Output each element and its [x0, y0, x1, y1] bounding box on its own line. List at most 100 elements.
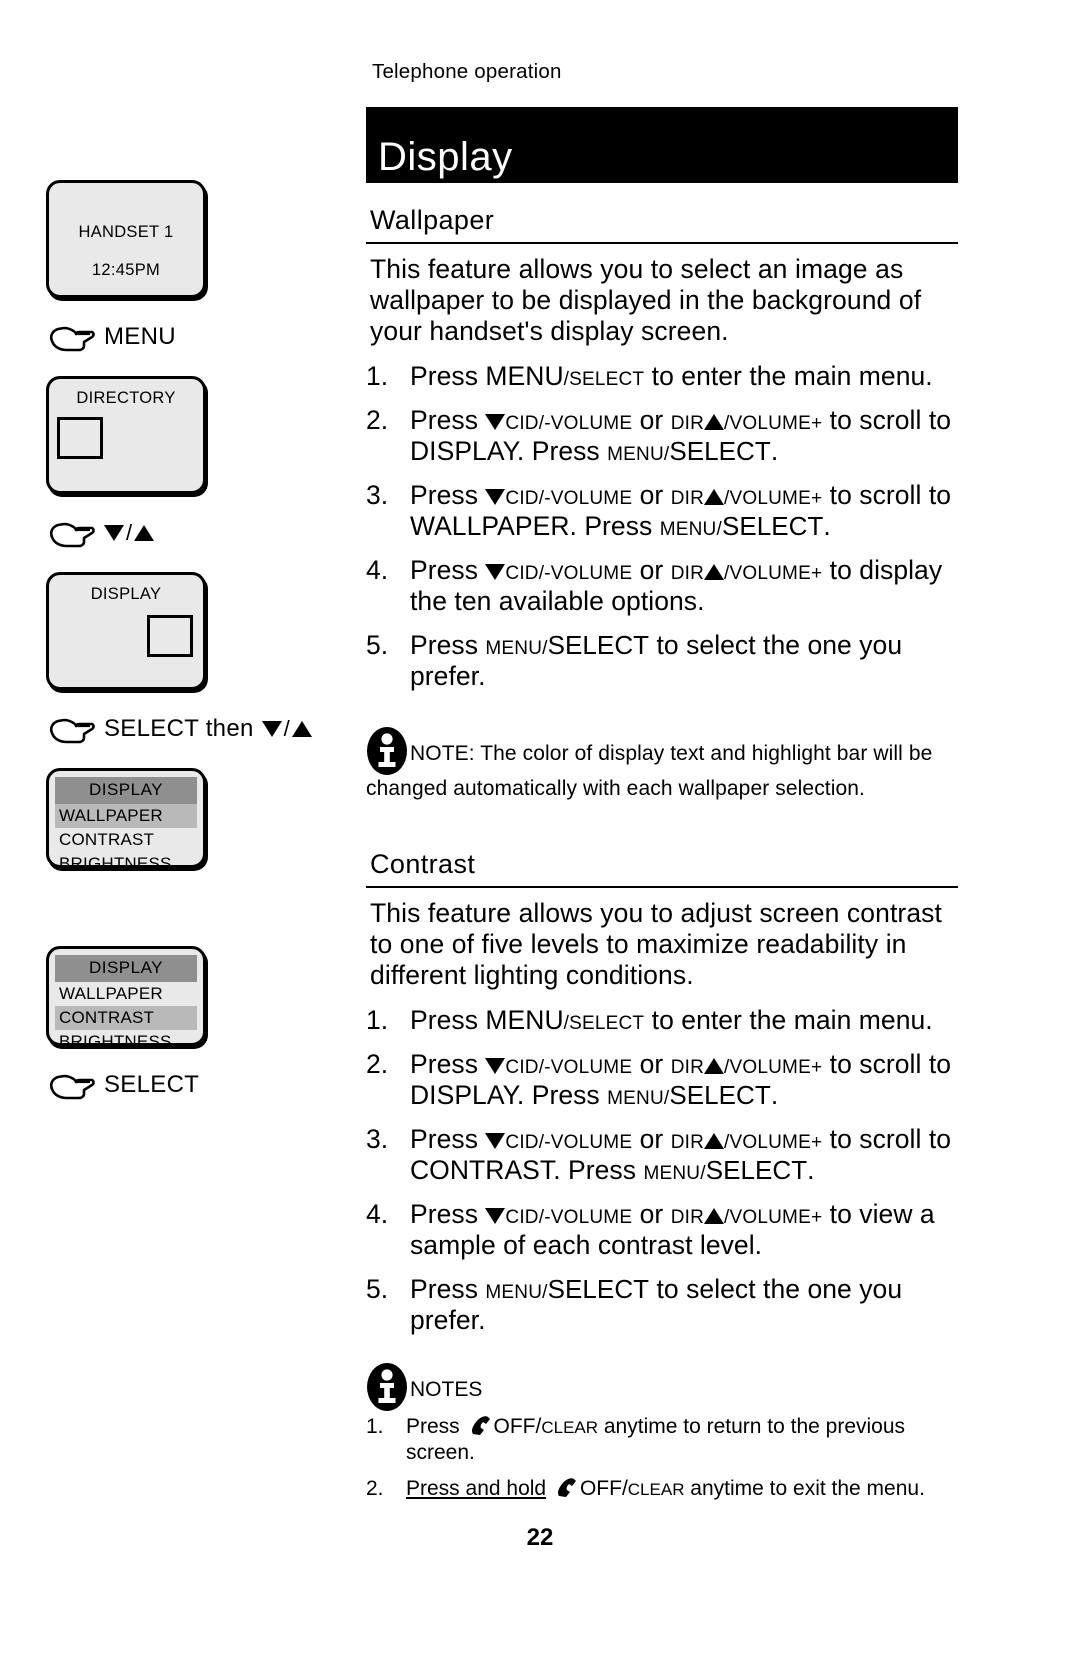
note-item: 2. Press and hold OFF/CLEAR anytime to e… [366, 1476, 958, 1502]
note-text-emphasis: Press and hold [406, 1476, 547, 1500]
section-divider [366, 241, 958, 244]
step-number: 4. [366, 1199, 389, 1230]
contrast-notes-list: 1. Press OFF/CLEAR anytime to return to … [366, 1414, 958, 1502]
wallpaper-steps: 1. Press MENU/SELECT to enter the main m… [366, 361, 958, 692]
step-text-pre: Press [410, 1274, 486, 1305]
step-item: 4. Press CID/-VOLUME or DIR/VOLUME+ to d… [366, 555, 958, 617]
pointing-hand-icon [48, 516, 96, 550]
key-cid: CID/ [505, 487, 545, 509]
up-arrow-icon [292, 721, 313, 737]
slash-separator: / [126, 520, 133, 545]
info-icon [366, 1362, 408, 1412]
step-item: 1. Press MENU/SELECT to enter the main m… [366, 1005, 958, 1036]
step-text-post: . [770, 435, 779, 466]
scroll-arrows: / [261, 716, 313, 742]
menu-item-contrast[interactable]: CONTRAST [55, 828, 197, 852]
step-number: 1. [366, 1005, 389, 1036]
key-volume-down: -VOLUME [544, 1057, 633, 1079]
down-arrow-icon [485, 1133, 506, 1150]
key-clear: CLEAR [541, 1418, 599, 1438]
step-number: 2. [366, 1049, 389, 1080]
key-volume-up: VOLUME+ [729, 487, 823, 509]
key-menu: MENU [643, 1163, 701, 1185]
note-number: 1. [366, 1415, 384, 1439]
section-heading-wallpaper: Wallpaper [370, 204, 495, 235]
slash-separator: / [283, 716, 291, 741]
directory-screen-title: DIRECTORY [76, 389, 176, 407]
menu-item-wallpaper[interactable]: WALLPAPER [55, 982, 197, 1006]
down-arrow-icon [104, 525, 124, 541]
key-select: SELECT [669, 435, 771, 466]
key-select: SELECT [721, 510, 824, 541]
step-number: 1. [366, 360, 389, 391]
key-volume-up: VOLUME+ [729, 1132, 823, 1154]
conjunction-or: or [639, 1049, 664, 1080]
key-dir: DIR [670, 562, 705, 584]
step-item: 5. Press MENU/SELECT to select the one y… [366, 1274, 958, 1336]
down-arrow-icon [485, 1208, 506, 1225]
step-text-mid: to scroll to [822, 1124, 952, 1155]
conjunction-or: or [639, 1124, 664, 1155]
key-menu: MENU [607, 1088, 664, 1110]
contrast-intro: This feature allows you to adjust screen… [370, 898, 942, 991]
menu-header: DISPLAY [55, 955, 197, 982]
key-dir: DIR [670, 487, 705, 509]
step-item: 3. Press CID/-VOLUME or DIR/VOLUME+ to s… [366, 1124, 958, 1186]
key-cid: CID/ [505, 412, 545, 434]
conjunction-or: or [639, 479, 664, 510]
page-title-bar: Display [366, 106, 958, 183]
menu-item-brightness[interactable]: BRIGHTNESS [55, 852, 197, 876]
menu-screen-wallpaper: DISPLAY WALLPAPER CONTRAST BRIGHTNESS [46, 768, 206, 873]
note-text-pre: Press [406, 1415, 466, 1439]
step-item: 2. Press CID/-VOLUME or DIR/VOLUME+ to s… [366, 1049, 958, 1111]
down-arrow-icon [485, 1058, 506, 1075]
key-dir: DIR [670, 412, 705, 434]
key-select: SELECT [569, 1013, 645, 1035]
step-text-pre: Press [410, 629, 486, 660]
display-screen: DISPLAY [46, 572, 206, 690]
step-item: 1. Press MENU/SELECT to enter the main m… [366, 361, 958, 392]
step-text-pre: Press [410, 554, 486, 585]
note-item: 1. Press OFF/CLEAR anytime to return to … [366, 1414, 958, 1467]
pointing-hand-icon [48, 1068, 96, 1102]
phone-handset-icon [555, 1477, 579, 1499]
key-menu: MENU [485, 1005, 564, 1036]
wallpaper-note-block: NOTE: The color of display text and high… [366, 726, 958, 802]
key-volume-up: VOLUME+ [729, 412, 823, 434]
wallpaper-note-text: NOTE: The color of display text and high… [366, 741, 933, 800]
step-text-pre: Press [410, 479, 486, 510]
key-select: SELECT [547, 629, 650, 660]
key-menu: MENU [485, 1282, 543, 1304]
pointing-hand-icon [48, 712, 96, 746]
handset-screen-line1: HANDSET 1 [78, 223, 174, 241]
main-content: Telephone operation Display Wallpaper Th… [366, 60, 958, 1511]
step-text-target: DISPLAY. Press [410, 1080, 608, 1111]
step-text-pre: Press [410, 1124, 486, 1155]
step-text-mid: to scroll to [822, 404, 952, 435]
running-head: Telephone operation [372, 60, 562, 83]
step-item: 5. Press MENU/SELECT to select the one y… [366, 630, 958, 692]
key-dir: DIR [670, 1057, 705, 1079]
key-volume-down: -VOLUME [544, 562, 633, 584]
pointing-hand-icon [48, 320, 96, 354]
step-text-post: to enter the main menu. [644, 360, 933, 391]
step-number: 4. [366, 554, 389, 585]
menu-item-wallpaper[interactable]: WALLPAPER [55, 804, 197, 828]
key-menu: MENU [607, 443, 664, 465]
key-clear: CLEAR [627, 1479, 685, 1499]
key-select: SELECT [547, 1274, 650, 1305]
up-arrow-icon [134, 525, 155, 541]
step-number: 3. [366, 1124, 389, 1155]
step-item: 2. Press CID/-VOLUME or DIR/VOLUME+ to s… [366, 405, 958, 467]
menu-item-contrast[interactable]: CONTRAST [55, 1006, 197, 1030]
section-heading-contrast: Contrast [370, 849, 476, 880]
key-menu: MENU [485, 637, 543, 659]
note-text-pre [546, 1477, 552, 1500]
thumbnail-placeholder-right [147, 615, 193, 657]
menu-item-brightness[interactable]: BRIGHTNESS [55, 1030, 197, 1054]
key-volume-up: VOLUME+ [729, 1057, 823, 1079]
key-cid: CID/ [505, 1057, 545, 1079]
step-text-post: . [823, 510, 831, 541]
step-text-mid: to scroll to [822, 479, 952, 510]
step-label-menu: MENU [48, 320, 316, 354]
